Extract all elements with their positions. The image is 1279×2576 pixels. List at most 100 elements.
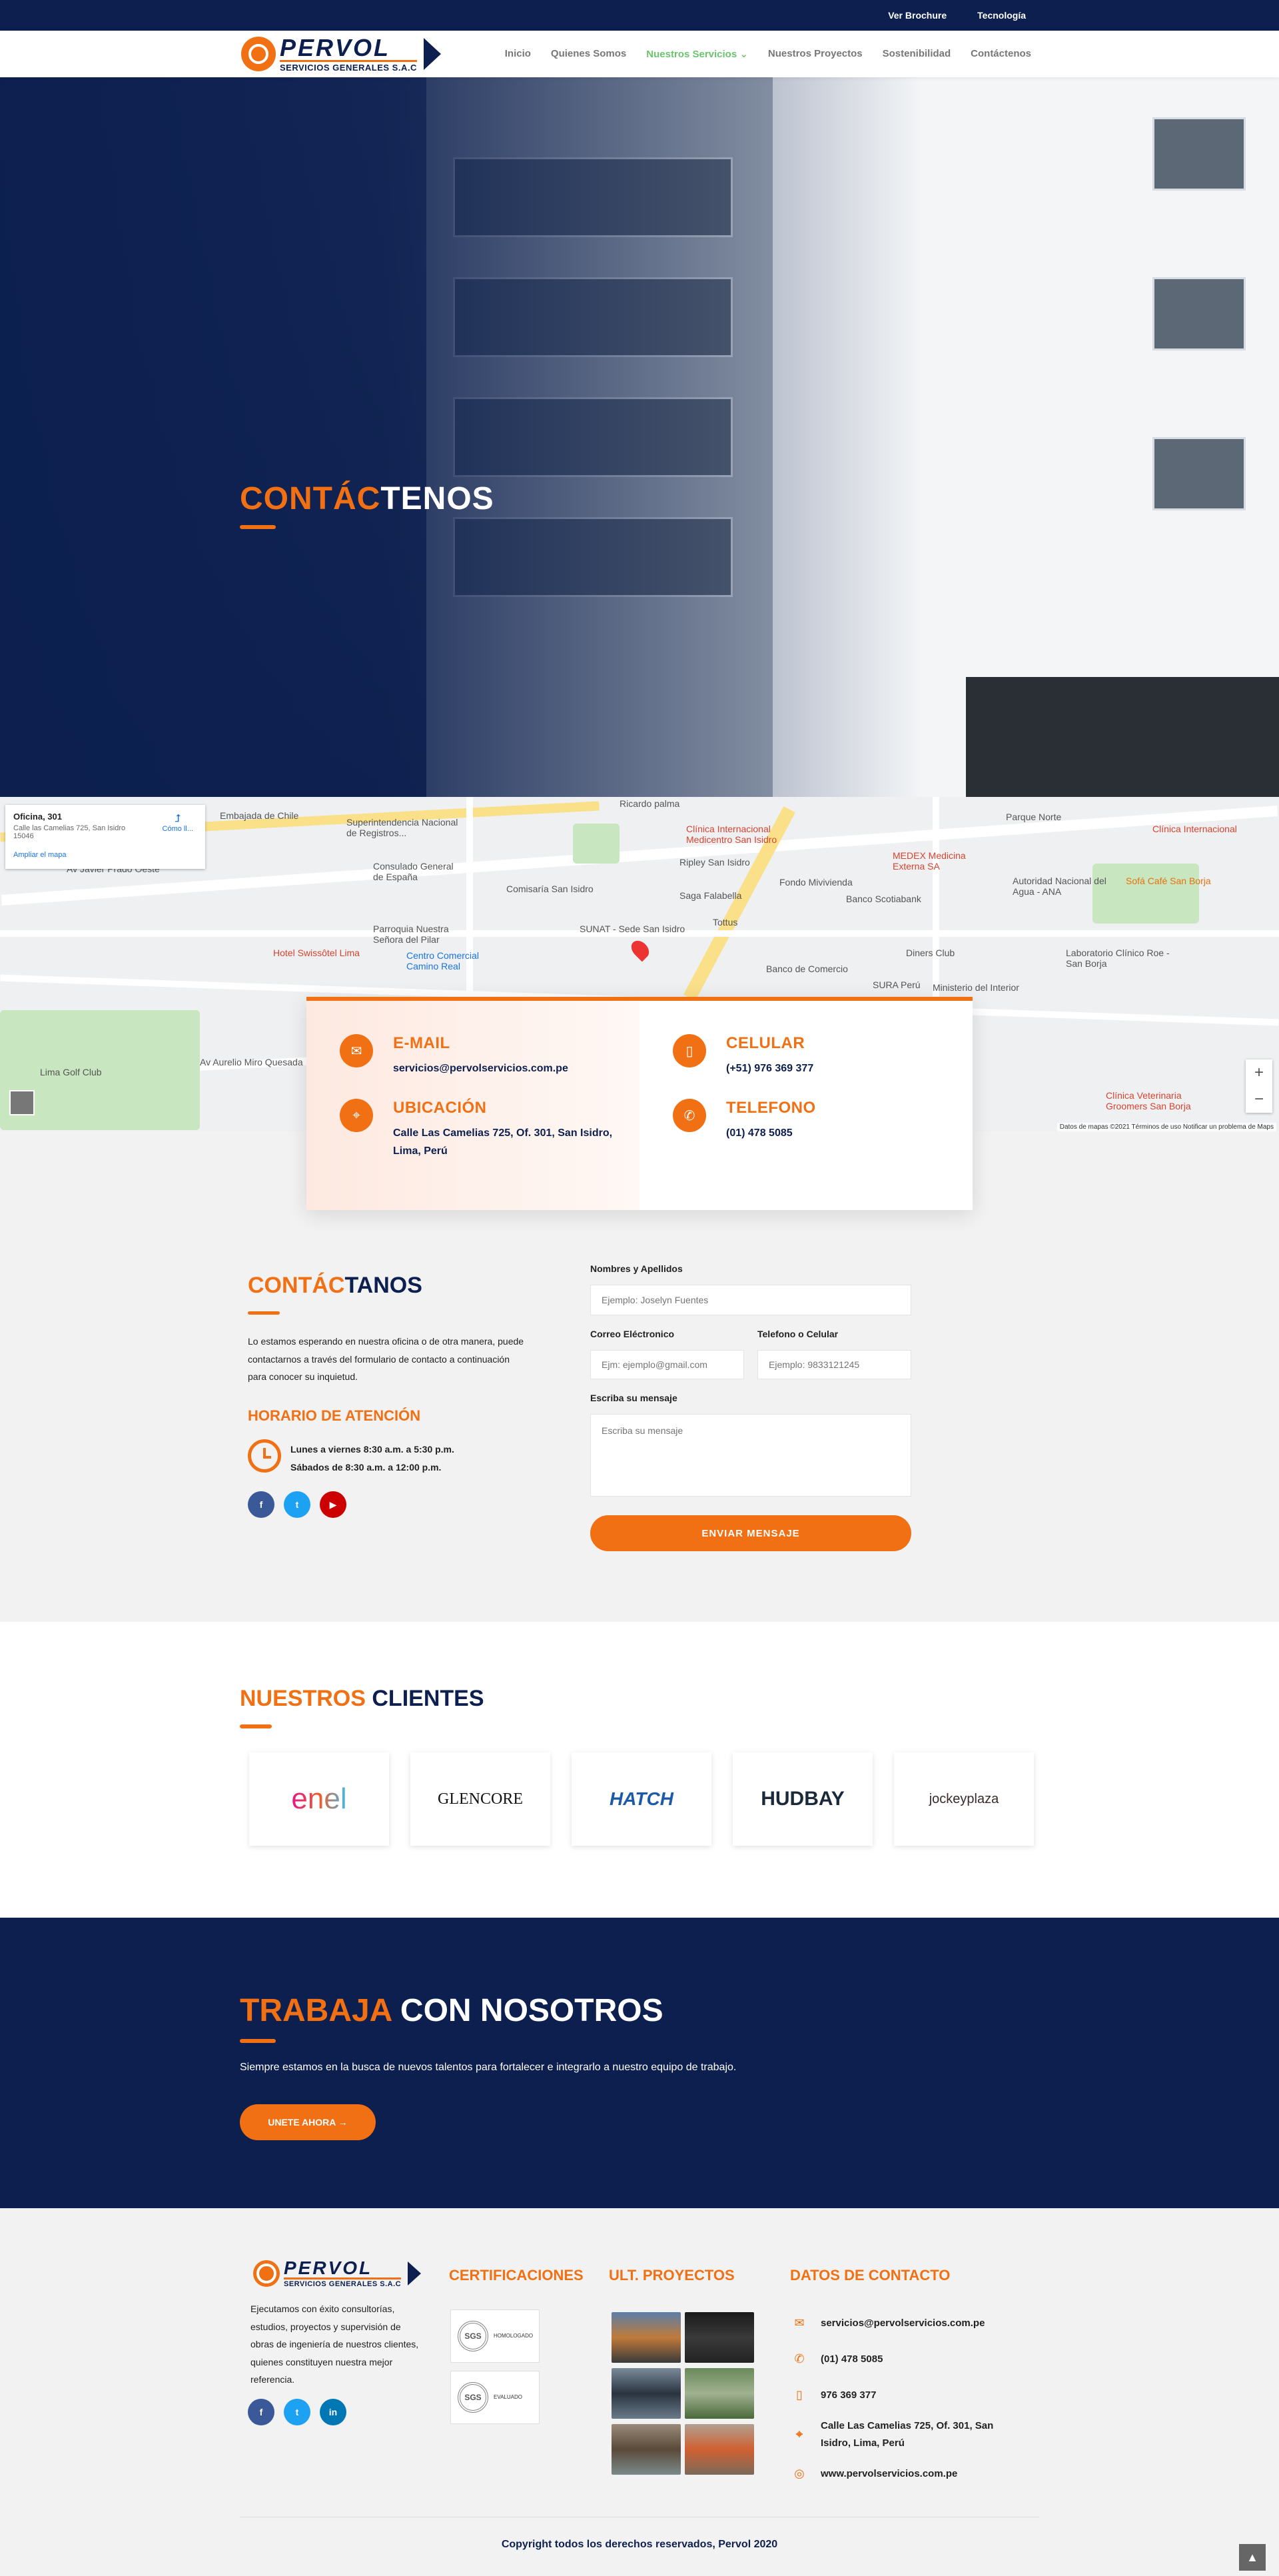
opening-hours: Lunes a viernes 8:30 a.m. a 5:30 p.m. Sá… [290,1441,454,1476]
map-directions-link[interactable]: ⮥ Cómo ll... [163,813,193,833]
client-logo-jockeyplaza[interactable]: jockeyplaza [894,1752,1034,1846]
directions-icon: ⮥ [175,813,181,824]
twitter-icon[interactable]: t [284,2399,310,2425]
brochure-link[interactable]: Ver Brochure [888,10,947,21]
map-label: Ricardo palma [620,798,680,809]
zoom-in-button[interactable]: + [1254,1063,1264,1082]
telefono-title: TELEFONO [726,1099,816,1117]
ubicacion-title: UBICACIÓN [393,1099,487,1117]
zoom-out-button[interactable]: − [1254,1090,1264,1109]
send-message-button[interactable]: ENVIAR MENSAJE [590,1515,911,1551]
map-layer-toggle[interactable] [9,1090,35,1115]
footer-email[interactable]: ✉ servicios@pervolservicios.com.pe [793,2315,985,2332]
globe-icon: ◎ [794,2467,805,2481]
cert-label: HOMOLOGADO [494,2333,534,2339]
project-thumbnail[interactable] [685,2424,754,2475]
certification-badge-homologado[interactable]: SGS HOMOLOGADO [450,2309,540,2363]
phone-input[interactable] [757,1350,911,1379]
client-logo-hatch[interactable]: HATCH [572,1752,711,1846]
main-nav: Inicio Quienes Somos Nuestros Servicios … [505,48,1031,60]
map-info-card: Oficina, 301 Calle las Camelias 725, San… [5,805,205,869]
nav-nuestros-proyectos[interactable]: Nuestros Proyectos [768,48,863,60]
site-header: PERVOL SERVICIOS GENERALES S.A.C Inicio … [0,31,1279,77]
contact-description: Lo estamos esperando en nuestra oficina … [248,1336,524,1383]
client-logo-glencore[interactable]: GLENCORE [410,1752,550,1846]
map-label: Ripley San Isidro [679,857,750,868]
logo-arrow-icon [423,38,441,70]
site-logo[interactable]: PERVOL SERVICIOS GENERALES S.A.C [241,36,441,72]
phone-label: Telefono o Celular [757,1329,839,1339]
logo-subtitle: SERVICIOS GENERALES S.A.C [280,60,417,72]
projects-title: ULT. PROYECTOS [609,2267,735,2283]
project-thumbnail[interactable] [612,2368,681,2419]
message-label: Escriba su mensaje [590,1393,677,1403]
twitter-icon[interactable]: t [284,1491,310,1518]
map-label: Fondo Mivivienda [779,877,853,888]
footer-logo[interactable]: PERVOL SERVICIOS GENERALES S.A.C [253,2259,422,2288]
clients-carousel: enel GLENCORE HATCH HUDBAY jockeyplaza [249,1752,1034,1846]
map-label: Banco de Comercio [766,964,848,974]
clients-title: NUESTROS CLIENTES [240,1686,484,1711]
map-label: Sofá Café San Borja [1126,876,1211,886]
youtube-icon[interactable]: ▶ [320,1491,346,1518]
footer-about: Ejecutamos con éxito consultorías, estud… [250,2303,419,2385]
tech-link[interactable]: Tecnología [977,10,1026,21]
message-textarea[interactable] [590,1414,911,1497]
logo-name: PERVOL [280,34,391,61]
email-title: E-MAIL [393,1034,450,1052]
nav-contactenos[interactable]: Contáctenos [971,48,1031,60]
nav-sostenibilidad[interactable]: Sostenibilidad [883,48,951,60]
name-input[interactable] [590,1285,911,1315]
linkedin-icon[interactable]: in [320,2399,346,2425]
map-label: Clínica Internacional [1152,824,1237,834]
map-label: Banco Scotiabank [846,894,921,904]
map-label: Clínica Veterinaria Groomers San Borja [1106,1090,1191,1111]
certification-badge-evaluado[interactable]: SGS EVALUADO [450,2371,540,2424]
scroll-to-top-button[interactable]: ▲ [1239,2544,1266,2571]
hero-title: CONTÁCTENOS [240,481,494,516]
contact-data-title: DATOS DE CONTACTO [790,2267,951,2283]
clock-icon [248,1439,281,1473]
map-label: Consulado General de España [373,861,454,882]
clients-title-underline [240,1724,272,1728]
contact-info-card: ✉ E-MAIL servicios@pervolservicios.com.p… [306,997,973,1210]
project-thumbnail[interactable] [612,2312,681,2363]
email-input[interactable] [590,1350,744,1379]
email-label: Correo Eléctronico [590,1329,675,1339]
contact-social-links: f t ▶ [248,1491,346,1518]
footer-website[interactable]: ◎ www.pervolservicios.com.pe [793,2465,957,2483]
logo-arrow-icon [408,2261,422,2285]
sgs-seal-icon: SGS [458,2321,488,2351]
hero-title-underline [240,525,276,529]
email-value[interactable]: servicios@pervolservicios.com.pe [393,1059,568,1077]
project-thumbnail[interactable] [685,2368,754,2419]
facebook-icon[interactable]: f [248,2399,274,2425]
nav-inicio[interactable]: Inicio [505,48,531,60]
client-logo-hudbay[interactable]: HUDBAY [733,1752,873,1846]
logo-subtitle: SERVICIOS GENERALES S.A.C [284,2277,402,2288]
footer-cell[interactable]: ▯ 976 369 377 [793,2387,876,2404]
copyright: Copyright todos los derechos reservados,… [501,2539,778,2550]
map-label: Laboratorio Clínico Roe - San Borja [1066,948,1170,969]
nav-quienes-somos[interactable]: Quienes Somos [551,48,626,60]
mobile-phone-icon: ▯ [796,2388,803,2402]
join-now-button[interactable]: UNETE AHORA → [240,2104,376,2140]
project-thumbnail[interactable] [612,2424,681,2475]
map-label: MEDEX Medicina Externa SA [893,850,966,872]
celular-value[interactable]: (+51) 976 369 377 [726,1059,813,1077]
map-label: SUNAT - Sede San Isidro [580,924,685,934]
hero-overlay [0,77,1279,797]
map-label: Parroquia Nuestra Señora del Pilar [373,924,449,945]
hours-weekdays: Lunes a viernes 8:30 a.m. a 5:30 p.m. [290,1444,454,1455]
telefono-value[interactable]: (01) 478 5085 [726,1124,816,1142]
map-label: Lima Golf Club [40,1067,102,1077]
facebook-icon[interactable]: f [248,1491,274,1518]
map-park [573,824,620,864]
map-label: Parque Norte [1006,812,1062,822]
client-logo-enel[interactable]: enel [249,1752,389,1846]
footer-phone[interactable]: ✆ (01) 478 5085 [793,2351,883,2368]
map-expand-link[interactable]: Ampliar el mapa [13,851,197,859]
nav-nuestros-servicios[interactable]: Nuestros Servicios ⌄ [646,48,748,60]
project-thumbnail[interactable] [685,2312,754,2363]
mobile-phone-icon: ▯ [673,1034,706,1067]
